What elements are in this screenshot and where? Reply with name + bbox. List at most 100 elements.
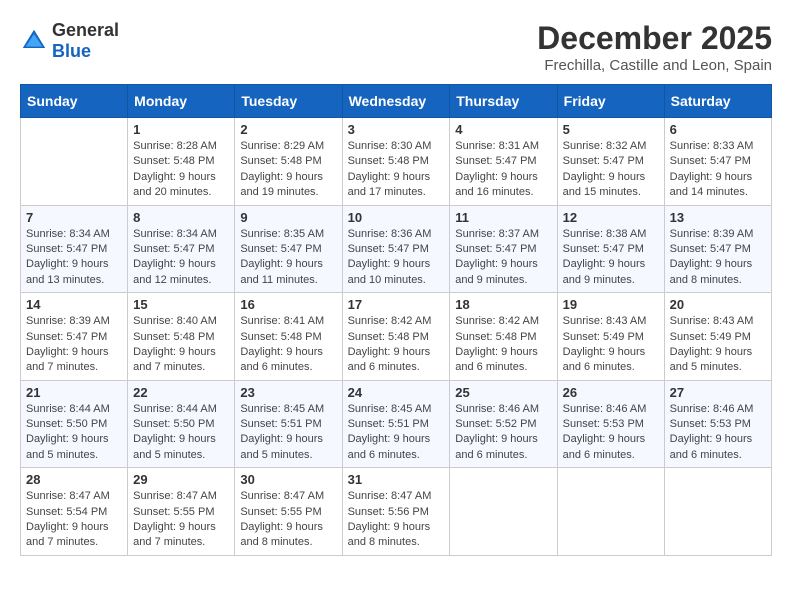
day-number: 22 [133,385,229,400]
day-info: Sunrise: 8:41 AM Sunset: 5:48 PM Dayligh… [240,314,336,376]
table-row: 25Sunrise: 8:46 AM Sunset: 5:52 PM Dayli… [450,380,557,468]
logo-general: General [52,20,119,40]
table-row: 29 Sunrise: 8:47 AM Sunset: 5:55 PM Dayli… [128,468,235,556]
day-info: Sunrise: 8:47 AM Sunset: 5:54 PM Dayligh… [26,489,122,551]
table-row: 26 Sunrise: 8:46 AM Sunset: 5:53 PM Dayli… [557,380,664,468]
logo-text: General Blue [52,20,119,62]
day-number: 8 [133,210,229,225]
day-info: Sunrise: 8:44 AM Sunset: 5:50 PM Dayligh… [133,402,229,464]
table-row: 10 Sunrise: 8:36 AM Sunset: 5:47 PM Dayli… [342,205,450,293]
day-info: Sunrise: 8:42 AM Sunset: 5:48 PM Dayligh… [348,314,445,376]
day-info: Sunrise: 8:36 AM Sunset: 5:47 PM Dayligh… [348,227,445,289]
day-info: Sunrise: 8:29 AM Sunset: 5:48 PM Dayligh… [240,139,336,201]
day-info: Sunrise: 8:45 AM Sunset: 5:51 PM Dayligh… [240,402,336,464]
col-thursday: Thursday [450,85,557,118]
day-number: 25 [455,385,551,400]
month-title: December 2025 [537,20,772,57]
day-number: 5 [563,122,659,137]
table-row: 11 Sunrise: 8:37 AM Sunset: 5:47 PM Dayli… [450,205,557,293]
day-number: 13 [670,210,766,225]
day-number: 12 [563,210,659,225]
calendar-table: Sunday Monday Tuesday Wednesday Thursday… [20,84,772,556]
table-row: 27 Sunrise: 8:46 AM Sunset: 5:53 PM Dayli… [664,380,771,468]
day-number: 30 [240,472,336,487]
day-number: 6 [670,122,766,137]
day-info: Sunrise: 8:38 AM Sunset: 5:47 PM Dayligh… [563,227,659,289]
day-number: 24 [348,385,445,400]
calendar-week-row: 1Sunrise: 8:28 AM Sunset: 5:48 PM Daylig… [21,118,772,206]
col-friday: Friday [557,85,664,118]
col-tuesday: Tuesday [235,85,342,118]
col-saturday: Saturday [664,85,771,118]
table-row: 6 Sunrise: 8:33 AM Sunset: 5:47 PM Daylig… [664,118,771,206]
day-info: Sunrise: 8:43 AM Sunset: 5:49 PM Dayligh… [563,314,659,376]
table-row: 18Sunrise: 8:42 AM Sunset: 5:48 PM Dayli… [450,293,557,381]
calendar-week-row: 28 Sunrise: 8:47 AM Sunset: 5:54 PM Dayli… [21,468,772,556]
day-number: 4 [455,122,551,137]
logo: General Blue [20,20,119,62]
day-number: 28 [26,472,122,487]
table-row: 19Sunrise: 8:43 AM Sunset: 5:49 PM Dayli… [557,293,664,381]
day-number: 3 [348,122,445,137]
day-info: Sunrise: 8:34 AM Sunset: 5:47 PM Dayligh… [133,227,229,289]
table-row: 20 Sunrise: 8:43 AM Sunset: 5:49 PM Dayli… [664,293,771,381]
table-row: 13Sunrise: 8:39 AM Sunset: 5:47 PM Dayli… [664,205,771,293]
table-row: 9Sunrise: 8:35 AM Sunset: 5:47 PM Daylig… [235,205,342,293]
day-number: 21 [26,385,122,400]
day-info: Sunrise: 8:46 AM Sunset: 5:53 PM Dayligh… [670,402,766,464]
table-row: 22 Sunrise: 8:44 AM Sunset: 5:50 PM Dayli… [128,380,235,468]
day-info: Sunrise: 8:31 AM Sunset: 5:47 PM Dayligh… [455,139,551,201]
table-row: 30 Sunrise: 8:47 AM Sunset: 5:55 PM Dayli… [235,468,342,556]
table-row: 5 Sunrise: 8:32 AM Sunset: 5:47 PM Daylig… [557,118,664,206]
table-row: 3Sunrise: 8:30 AM Sunset: 5:48 PM Daylig… [342,118,450,206]
day-info: Sunrise: 8:42 AM Sunset: 5:48 PM Dayligh… [455,314,551,376]
day-number: 27 [670,385,766,400]
table-row [450,468,557,556]
col-sunday: Sunday [21,85,128,118]
day-info: Sunrise: 8:33 AM Sunset: 5:47 PM Dayligh… [670,139,766,201]
day-info: Sunrise: 8:34 AM Sunset: 5:47 PM Dayligh… [26,227,122,289]
day-number: 20 [670,297,766,312]
day-info: Sunrise: 8:28 AM Sunset: 5:48 PM Dayligh… [133,139,229,201]
day-number: 31 [348,472,445,487]
table-row: 1Sunrise: 8:28 AM Sunset: 5:48 PM Daylig… [128,118,235,206]
day-number: 10 [348,210,445,225]
day-info: Sunrise: 8:47 AM Sunset: 5:55 PM Dayligh… [240,489,336,551]
day-info: Sunrise: 8:37 AM Sunset: 5:47 PM Dayligh… [455,227,551,289]
table-row: 24 Sunrise: 8:45 AM Sunset: 5:51 PM Dayli… [342,380,450,468]
table-row: 8 Sunrise: 8:34 AM Sunset: 5:47 PM Daylig… [128,205,235,293]
logo-blue: Blue [52,41,91,61]
location-title: Frechilla, Castille and Leon, Spain [537,57,772,74]
day-number: 17 [348,297,445,312]
table-row: 17 Sunrise: 8:42 AM Sunset: 5:48 PM Dayli… [342,293,450,381]
day-info: Sunrise: 8:45 AM Sunset: 5:51 PM Dayligh… [348,402,445,464]
day-number: 11 [455,210,551,225]
day-number: 14 [26,297,122,312]
table-row: 7 Sunrise: 8:34 AM Sunset: 5:47 PM Daylig… [21,205,128,293]
table-row: 15Sunrise: 8:40 AM Sunset: 5:48 PM Dayli… [128,293,235,381]
day-number: 16 [240,297,336,312]
table-row: 23 Sunrise: 8:45 AM Sunset: 5:51 PM Dayli… [235,380,342,468]
day-info: Sunrise: 8:46 AM Sunset: 5:53 PM Dayligh… [563,402,659,464]
day-number: 2 [240,122,336,137]
day-info: Sunrise: 8:43 AM Sunset: 5:49 PM Dayligh… [670,314,766,376]
day-info: Sunrise: 8:47 AM Sunset: 5:55 PM Dayligh… [133,489,229,551]
day-number: 26 [563,385,659,400]
calendar-header-row: Sunday Monday Tuesday Wednesday Thursday… [21,85,772,118]
table-row: 21 Sunrise: 8:44 AM Sunset: 5:50 PM Dayli… [21,380,128,468]
table-row: 16 Sunrise: 8:41 AM Sunset: 5:48 PM Dayli… [235,293,342,381]
title-block: December 2025 Frechilla, Castille and Le… [537,20,772,74]
day-info: Sunrise: 8:32 AM Sunset: 5:47 PM Dayligh… [563,139,659,201]
calendar-week-row: 14 Sunrise: 8:39 AM Sunset: 5:47 PM Dayli… [21,293,772,381]
day-info: Sunrise: 8:40 AM Sunset: 5:48 PM Dayligh… [133,314,229,376]
day-number: 29 [133,472,229,487]
day-info: Sunrise: 8:39 AM Sunset: 5:47 PM Dayligh… [26,314,122,376]
day-info: Sunrise: 8:47 AM Sunset: 5:56 PM Dayligh… [348,489,445,551]
page-header: General Blue December 2025 Frechilla, Ca… [20,20,772,74]
table-row: 31 Sunrise: 8:47 AM Sunset: 5:56 PM Dayli… [342,468,450,556]
table-row: 12 Sunrise: 8:38 AM Sunset: 5:47 PM Dayli… [557,205,664,293]
logo-icon [20,27,48,55]
day-info: Sunrise: 8:44 AM Sunset: 5:50 PM Dayligh… [26,402,122,464]
day-number: 23 [240,385,336,400]
day-number: 7 [26,210,122,225]
